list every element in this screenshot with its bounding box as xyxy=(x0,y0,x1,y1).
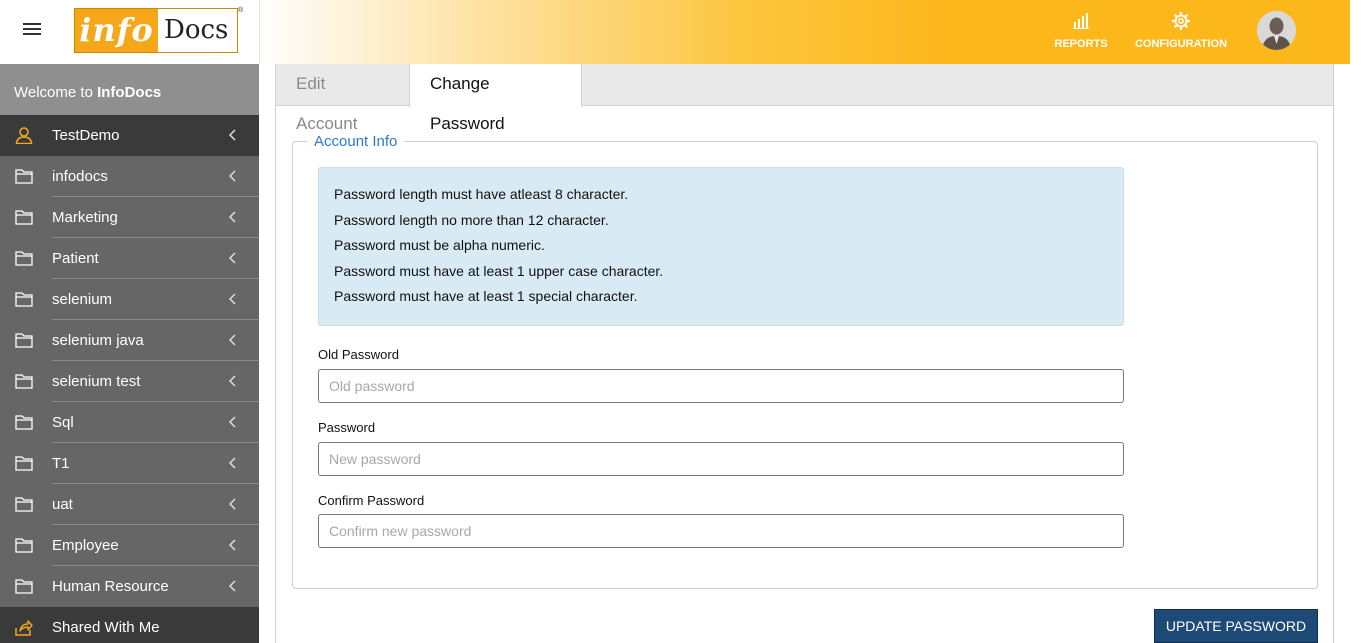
infodocs-logo[interactable]: info Docs xyxy=(74,8,238,53)
share-icon xyxy=(15,619,33,636)
chevron-left-icon xyxy=(227,333,237,347)
sidebar-item-label: infodocs xyxy=(52,168,108,185)
sidebar-item-testdemo[interactable]: TestDemo xyxy=(0,115,259,156)
folder-icon xyxy=(15,455,33,471)
logo-registered-mark: ® xyxy=(238,7,244,14)
sidebar-item-selenium-test[interactable]: selenium test xyxy=(0,361,259,402)
chevron-left-icon xyxy=(227,456,237,470)
sidebar-item-label: TestDemo xyxy=(52,127,120,144)
chevron-left-icon xyxy=(227,374,237,388)
sidebar-welcome: Welcome to InfoDocs xyxy=(0,64,259,115)
confirm-password-label: Confirm Password xyxy=(318,493,425,508)
user-icon xyxy=(15,127,33,145)
reports-nav-label: REPORTS xyxy=(1054,38,1108,50)
sidebar-item-sql[interactable]: Sql xyxy=(0,402,259,443)
new-password-label: Password xyxy=(318,420,376,435)
confirm-password-field[interactable] xyxy=(318,514,1124,548)
account-info-fieldset: Account Info Password length must have a… xyxy=(292,133,1318,589)
folder-icon xyxy=(15,250,33,266)
tab-edit-account[interactable]: Edit Account xyxy=(276,64,409,133)
configuration-nav-button[interactable]: CONFIGURATION xyxy=(1134,11,1228,50)
old-password-label: Old Password xyxy=(318,347,399,362)
chevron-left-icon xyxy=(227,292,237,306)
reports-nav-button[interactable]: REPORTS xyxy=(1052,12,1110,50)
logo-docs-text: Docs xyxy=(164,15,229,45)
sidebar-item-label: selenium xyxy=(52,291,113,308)
folder-icon xyxy=(15,209,33,225)
sidebar-item-infodocs[interactable]: infodocs xyxy=(0,156,259,197)
sidebar-item-shared-with-me[interactable]: Shared With Me xyxy=(0,607,259,643)
chevron-left-icon xyxy=(227,579,237,593)
folder-icon xyxy=(15,414,33,430)
logo-info-text: info xyxy=(75,9,158,52)
password-rule: Password must have at least 1 special ch… xyxy=(334,288,638,304)
folder-icon xyxy=(15,291,33,307)
bar-chart-icon xyxy=(1052,12,1110,32)
sidebar-item-label: Marketing xyxy=(52,209,118,226)
sidebar-item-uat[interactable]: uat xyxy=(0,484,259,525)
sidebar-item-employee[interactable]: Employee xyxy=(0,525,259,566)
chevron-left-icon xyxy=(227,251,237,265)
sidebar-item-label: selenium java xyxy=(52,332,144,349)
main-panel: Edit Account Change Password Account Inf… xyxy=(275,64,1334,643)
sidebar-item-label: Human Resource xyxy=(52,578,169,595)
sidebar-item-selenium-java[interactable]: selenium java xyxy=(0,320,259,361)
password-rule: Password length no more than 12 characte… xyxy=(334,211,609,228)
folder-icon xyxy=(15,168,33,184)
chevron-left-icon xyxy=(227,497,237,511)
chevron-left-icon xyxy=(227,169,237,183)
sidebar-item-label: Sql xyxy=(52,414,74,431)
update-password-button[interactable]: UPDATE PASSWORD xyxy=(1154,609,1318,643)
sidebar: Welcome to InfoDocs TestDemo infodocs Ma… xyxy=(0,64,259,643)
folder-icon xyxy=(15,332,33,348)
sidebar-item-label: Shared With Me xyxy=(52,619,160,636)
sidebar-item-label: selenium test xyxy=(52,373,141,390)
gear-icon xyxy=(1134,11,1228,32)
tab-change-password[interactable]: Change Password xyxy=(409,64,582,133)
sidebar-item-label: T1 xyxy=(52,455,70,472)
password-rule: Password must be alpha numeric. xyxy=(334,237,545,253)
sidebar-item-label: Patient xyxy=(52,250,99,267)
chevron-left-icon xyxy=(227,210,237,224)
account-info-legend: Account Info xyxy=(307,133,405,150)
page-scrollbar[interactable] xyxy=(1350,0,1366,643)
new-password-field[interactable] xyxy=(318,442,1124,476)
old-password-field[interactable] xyxy=(318,369,1124,403)
sidebar-item-label: Employee xyxy=(52,537,119,554)
welcome-prefix: Welcome to xyxy=(14,84,98,101)
sidebar-item-human-resource[interactable]: Human Resource xyxy=(0,566,259,607)
folder-icon xyxy=(15,537,33,553)
header-divider xyxy=(259,0,260,64)
sidebar-item-label: uat xyxy=(52,496,73,513)
password-rule: Password length must have atleast 8 char… xyxy=(334,186,629,202)
hamburger-menu-icon[interactable] xyxy=(23,23,41,37)
sidebar-item-marketing[interactable]: Marketing xyxy=(0,197,259,238)
configuration-nav-label: CONFIGURATION xyxy=(1134,38,1228,50)
person-silhouette-icon xyxy=(1257,11,1296,50)
sidebar-item-selenium[interactable]: selenium xyxy=(0,279,259,320)
top-header: info Docs ® REPORTS CONFIGURATION xyxy=(0,0,1350,64)
password-rule: Password must have at least 1 upper case… xyxy=(334,262,664,279)
account-tabs: Edit Account Change Password xyxy=(276,64,1333,133)
user-avatar[interactable] xyxy=(1257,11,1296,50)
folder-icon xyxy=(15,496,33,512)
welcome-brand: InfoDocs xyxy=(97,84,162,101)
folder-icon xyxy=(15,578,33,594)
chevron-left-icon xyxy=(227,415,237,429)
chevron-left-icon xyxy=(227,128,237,142)
sidebar-item-t1[interactable]: T1 xyxy=(0,443,259,484)
sidebar-item-patient[interactable]: Patient xyxy=(0,238,259,279)
password-rules-alert: Password length must have atleast 8 char… xyxy=(318,167,1124,326)
chevron-left-icon xyxy=(227,538,237,552)
folder-icon xyxy=(15,373,33,389)
